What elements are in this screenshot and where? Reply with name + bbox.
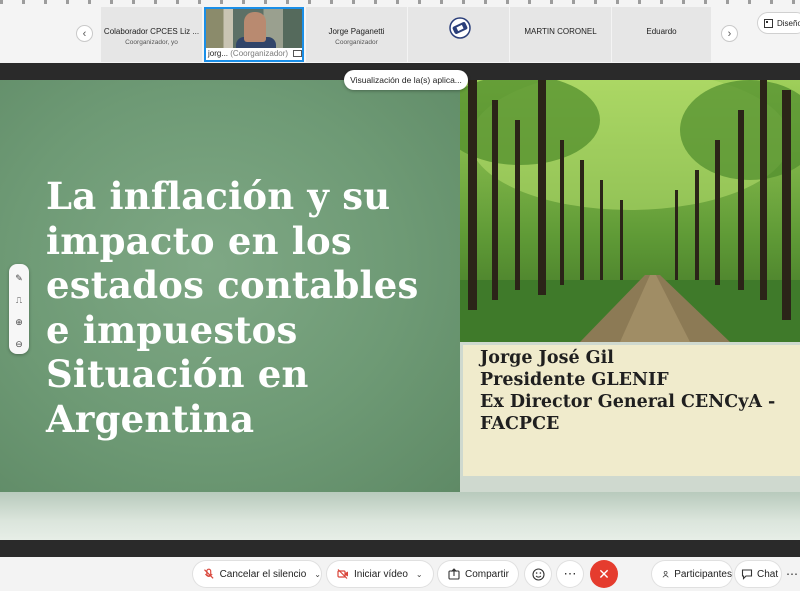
participant-tile-video[interactable]: jorg... (Coorganizador): [204, 7, 304, 62]
title-line: impacto en los: [46, 218, 352, 263]
layout-label: Diseño: [777, 18, 800, 28]
participant-name: jorg...: [208, 49, 229, 58]
presenter-line: FACPCE: [480, 414, 560, 434]
participant-name: Colaborador CPCES Liz ...: [103, 27, 200, 36]
prev-participants-button[interactable]: ‹: [76, 25, 93, 42]
sharing-banner[interactable]: Visualización de la(s) aplica...: [344, 70, 468, 90]
participant-role: Coorganizador, yo: [125, 39, 178, 46]
next-participants-button[interactable]: ›: [721, 25, 738, 42]
participants-label: Participantes: [674, 568, 732, 580]
presenter-line: Presidente GLENIF: [480, 370, 669, 390]
close-icon: ✕: [598, 565, 610, 582]
title-line: Situación en: [46, 352, 309, 396]
unmute-button[interactable]: Cancelar el silencio ⌄: [193, 561, 321, 587]
share-label: Compartir: [465, 568, 509, 580]
annotation-toolbar: ✎ ⎍ ⊕ ⊖: [9, 264, 29, 354]
start-video-label: Iniciar vídeo: [354, 568, 408, 580]
shared-slide: La inflación y su impacto en los estados…: [0, 80, 800, 540]
slide-bottom-band: [0, 492, 800, 540]
chat-bubble-icon: [741, 569, 753, 580]
person-icon: [662, 570, 669, 578]
chevron-down-icon[interactable]: ⌄: [314, 570, 321, 579]
participant-tile-eduardo[interactable]: Eduardo: [612, 7, 711, 62]
share-button[interactable]: Compartir: [438, 561, 518, 587]
overflow-button[interactable]: ⋯: [784, 561, 800, 587]
chevron-right-icon: ›: [727, 27, 732, 40]
slide-title: La inflación y su impacto en los estados…: [46, 174, 446, 441]
zoom-in-icon[interactable]: ⊕: [13, 316, 25, 328]
participant-strip: ‹ Colaborador CPCES Liz ... Coorganizado…: [0, 0, 800, 63]
forest-path-image: [460, 80, 800, 342]
meeting-control-bar: Cancelar el silencio ⌄ Iniciar vídeo ⌄ C…: [0, 557, 800, 591]
organization-logo-icon: [449, 17, 471, 39]
presenter-info: Jorge José Gil Presidente GLENIF Ex Dire…: [480, 347, 775, 435]
participant-tile-coronel[interactable]: MARTIN CORONEL: [510, 7, 611, 62]
video-label: jorg... (Coorganizador): [206, 48, 302, 60]
more-icon: ⋯: [563, 566, 577, 581]
participant-tile-paganetti[interactable]: Jorge Paganetti Coorganizador: [306, 7, 407, 62]
presenter-line: Jorge José Gil: [480, 348, 614, 368]
chat-button[interactable]: Chat: [735, 561, 781, 587]
participant-video: [206, 9, 302, 51]
smiley-icon: [531, 567, 545, 581]
pointer-icon[interactable]: ⎍: [13, 294, 25, 306]
window-title-remnant: [0, 0, 800, 4]
chevron-left-icon: ‹: [82, 27, 87, 40]
participant-tile-self[interactable]: Colaborador CPCES Liz ... Coorganizador,…: [101, 7, 202, 62]
participant-name: MARTIN CORONEL: [524, 27, 597, 36]
annotate-icon[interactable]: ✎: [13, 272, 25, 284]
microphone-muted-icon: [204, 568, 214, 579]
chevron-down-icon[interactable]: ⌄: [416, 570, 423, 579]
participant-role: (Coorganizador): [230, 49, 289, 58]
screen-share-icon: [293, 50, 302, 58]
participant-name: Jorge Paganetti: [328, 27, 385, 36]
zoom-out-icon[interactable]: ⊖: [13, 338, 25, 350]
unmute-label: Cancelar el silencio: [219, 568, 307, 580]
participant-tile-logo[interactable]: [408, 7, 509, 62]
share-icon: [448, 568, 460, 580]
presenter-line: Ex Director General CENCyA -: [480, 392, 776, 412]
sharing-banner-label: Visualización de la(s) aplica...: [350, 75, 462, 85]
title-line: e impuestos: [46, 307, 298, 352]
layout-button[interactable]: Diseño: [757, 12, 800, 34]
layout-icon: [764, 18, 773, 28]
title-line: Argentina: [46, 396, 255, 441]
start-video-button[interactable]: Iniciar vídeo ⌄: [327, 561, 433, 587]
reactions-button[interactable]: [525, 561, 551, 587]
title-line: estados contables: [46, 263, 419, 307]
participant-role: Coorganizador: [335, 39, 378, 46]
more-icon: ⋯: [786, 567, 798, 581]
participant-name: Eduardo: [646, 27, 677, 36]
more-options-button[interactable]: ⋯: [557, 561, 583, 587]
leave-meeting-button[interactable]: ✕: [590, 560, 618, 588]
video-off-icon: [337, 569, 348, 579]
chat-label: Chat: [757, 568, 779, 580]
title-line: La inflación y su: [46, 174, 391, 218]
participants-button[interactable]: Participantes: [652, 561, 732, 587]
presenter-info-box: Jorge José Gil Presidente GLENIF Ex Dire…: [463, 345, 800, 476]
